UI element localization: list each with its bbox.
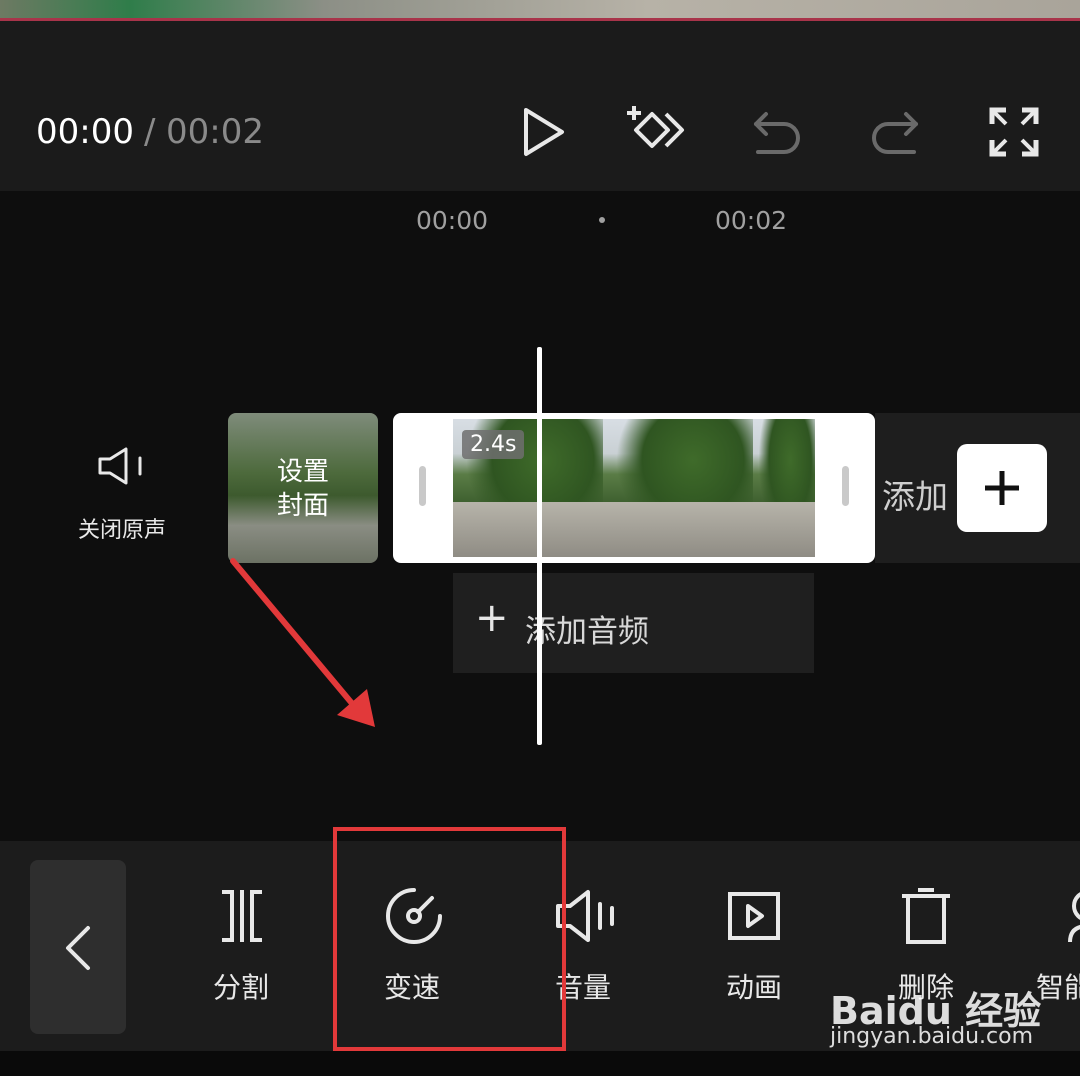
current-time: 00:00 <box>36 112 134 152</box>
video-preview <box>0 0 1080 18</box>
clip-left-handle[interactable] <box>419 466 426 506</box>
time-separator: / <box>144 112 156 152</box>
smart-icon[interactable] <box>1066 886 1080 946</box>
annotation-highlight-box <box>333 827 566 1051</box>
ruler-dot <box>599 217 605 223</box>
mute-original-label[interactable]: 关闭原声 <box>60 512 184 544</box>
delete-icon[interactable] <box>898 886 954 946</box>
speaker-icon[interactable] <box>96 446 148 486</box>
ruler-tick-end: 00:02 <box>715 206 788 235</box>
cover-label-line1: 设置 <box>276 457 329 487</box>
bottom-band <box>0 1051 1080 1076</box>
plus-icon <box>985 471 1019 505</box>
clip-duration-badge: 2.4s <box>462 430 525 459</box>
cover-label: 设置 封面 <box>228 455 378 523</box>
keyframe-add-icon[interactable] <box>622 100 686 164</box>
add-audio-label: 添加音频 <box>525 614 649 650</box>
add-clip-label: 添加 <box>882 477 948 516</box>
total-time: 00:02 <box>166 112 264 152</box>
animation-icon[interactable] <box>726 886 782 946</box>
split-icon[interactable] <box>214 886 270 946</box>
ruler-tick-start: 00:00 <box>416 206 489 235</box>
annotation-arrow <box>230 558 375 727</box>
redo-icon[interactable] <box>864 100 928 164</box>
watermark-url: jingyan.baidu.com <box>830 1024 1034 1049</box>
cover-label-line2: 封面 <box>276 491 329 521</box>
add-clip-button[interactable] <box>957 444 1047 532</box>
clip-right-handle[interactable] <box>842 466 849 506</box>
play-icon[interactable] <box>510 100 574 164</box>
clip-frame <box>753 419 815 557</box>
tool-split-label[interactable]: 分割 <box>181 966 301 1006</box>
chevron-left-icon <box>66 926 90 970</box>
clip-frame <box>603 419 753 557</box>
tool-animation-label[interactable]: 动画 <box>694 966 814 1006</box>
fullscreen-icon[interactable] <box>982 100 1046 164</box>
undo-icon[interactable] <box>744 100 808 164</box>
add-audio-button[interactable]: + 添加音频 <box>453 573 814 673</box>
playhead[interactable] <box>537 347 542 745</box>
set-cover-button[interactable]: 设置 封面 <box>228 413 378 563</box>
back-button[interactable] <box>30 860 126 1034</box>
plus-icon: + <box>475 595 509 641</box>
video-clip[interactable]: 2.4s <box>393 413 875 563</box>
tool-smart-label[interactable]: 智能 <box>1036 966 1080 1006</box>
